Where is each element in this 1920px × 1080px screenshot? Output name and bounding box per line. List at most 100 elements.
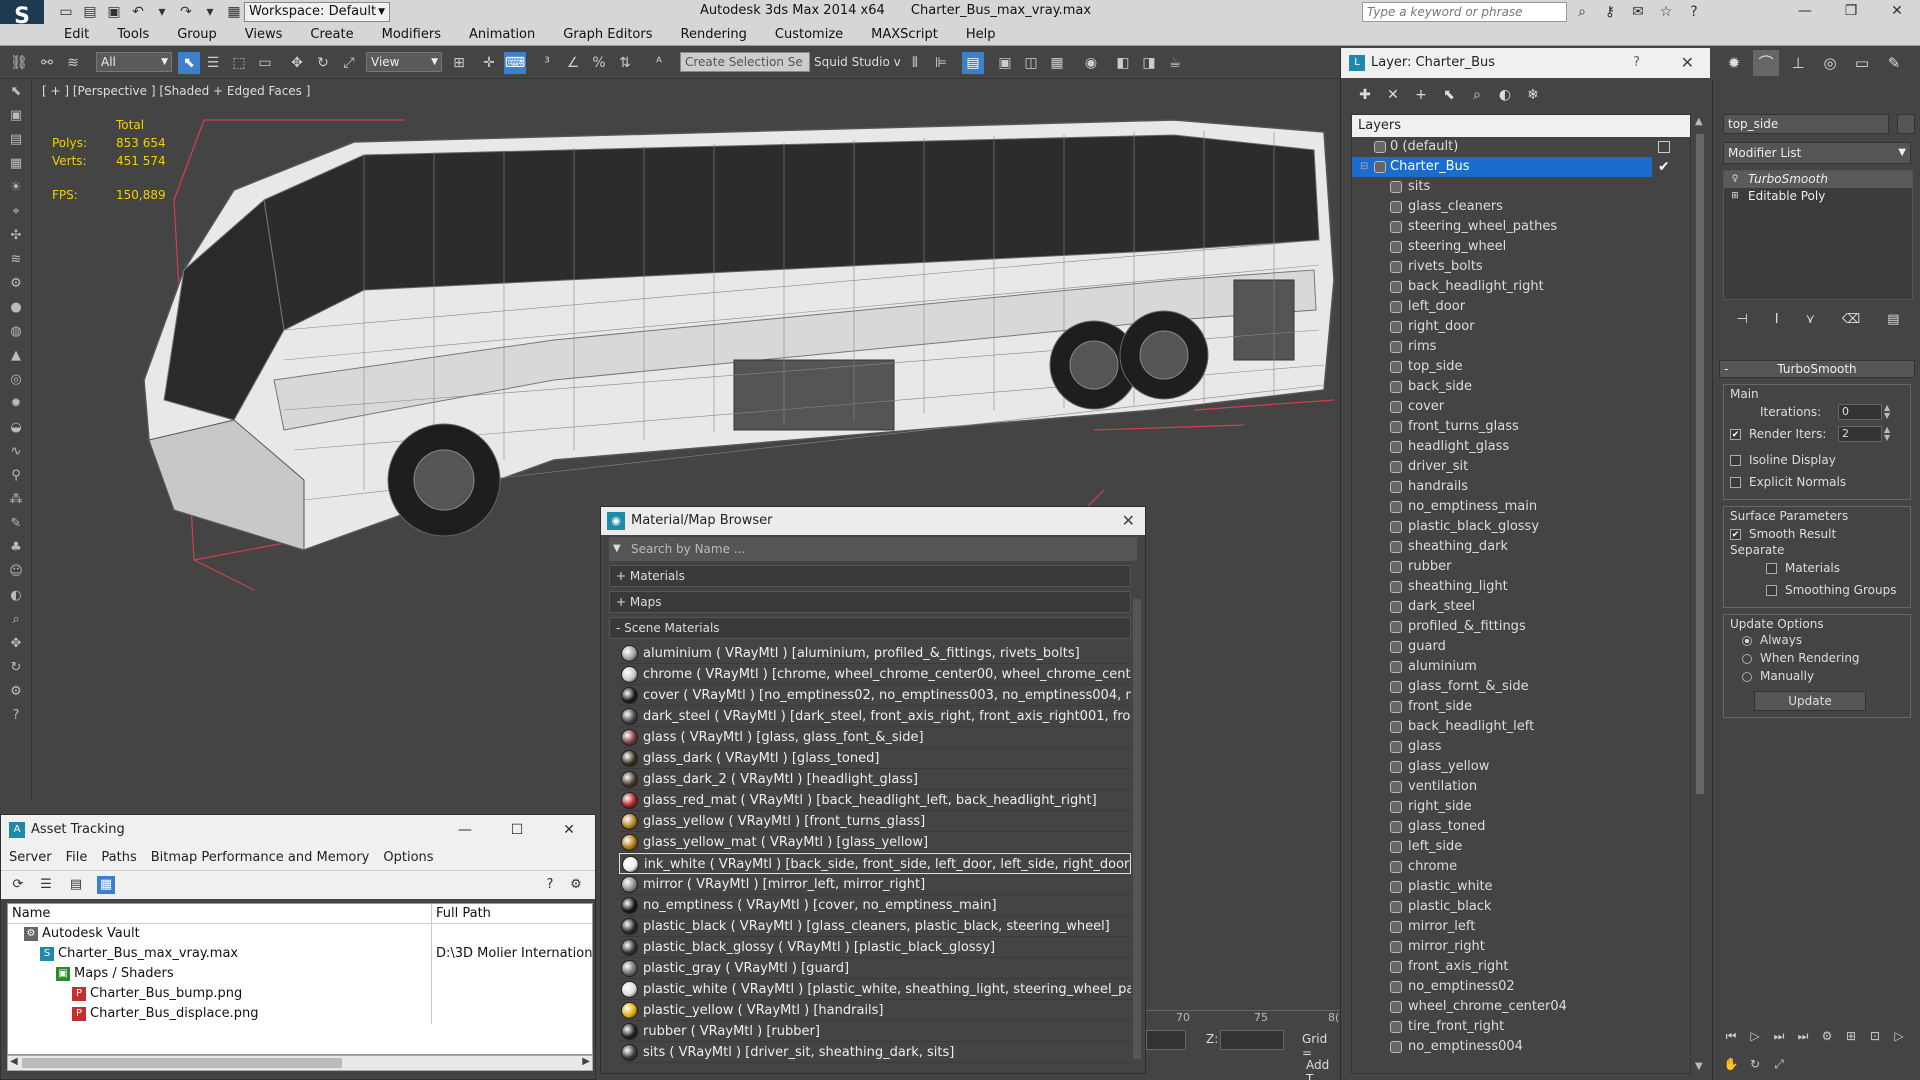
wave-tool-icon[interactable]: ∿ [0, 440, 32, 464]
layer-object-item[interactable]: plastic_black [1352, 897, 1690, 917]
zoom-extents-icon[interactable]: ⊞ [1839, 1024, 1863, 1048]
snaps-toggle-icon[interactable]: ³ [536, 52, 558, 74]
pin-stack-icon[interactable]: ⊣ [1736, 308, 1747, 332]
asset-table-row[interactable]: P Charter_Bus_bump.png [8, 984, 592, 1004]
modify-tab-icon[interactable]: ⌒ [1753, 50, 1779, 76]
asset-table-row[interactable]: S Charter_Bus_max_vray.max D:\3D Molier In… [8, 944, 592, 964]
named-selection-set-dropdown[interactable]: Create Selection Se [680, 52, 810, 72]
menu-animation[interactable]: Animation [469, 27, 535, 42]
menu-rendering[interactable]: Rendering [681, 27, 747, 42]
open-file-icon[interactable]: ▤ [80, 2, 100, 22]
layer-object-item[interactable]: plastic_black_glossy [1352, 517, 1690, 537]
update-when-rendering-radio[interactable] [1742, 653, 1752, 664]
add-time-tag-button[interactable]: Add T [1306, 1058, 1340, 1080]
turbosmooth-rollout-header[interactable]: - TurboSmooth [1719, 360, 1915, 378]
material-list-item[interactable]: plastic_gray ( VRayMtl ) [guard] [619, 958, 1131, 979]
material-list-item[interactable]: mirror ( VRayMtl ) [mirror_left, mirror_… [619, 874, 1131, 895]
keyboard-shortcut-override-icon[interactable]: ⌨ [504, 52, 526, 74]
menu-create[interactable]: Create [310, 27, 353, 42]
rendered-frame-window-icon[interactable]: ◨ [1138, 52, 1160, 74]
layer-object-item[interactable]: glass [1352, 737, 1690, 757]
layer-manager-icon[interactable]: ▤ [962, 52, 984, 74]
bind-space-warp-icon[interactable]: ≋ [62, 52, 84, 74]
helper-tool-icon[interactable]: ✣ [0, 224, 32, 248]
pan-view-icon[interactable]: ✋ [1719, 1052, 1743, 1076]
layer-object-item[interactable]: mirror_left [1352, 917, 1690, 937]
asset-menu-bitmap[interactable]: Bitmap Performance and Memory [151, 845, 370, 870]
undo-dropdown-icon[interactable]: ▾ [152, 2, 172, 22]
mirror-icon[interactable]: ⫴ [904, 52, 926, 74]
layer-object-item[interactable]: sits [1352, 177, 1690, 197]
layer-object-item[interactable]: back_headlight_left [1352, 717, 1690, 737]
help-icon[interactable]: ? [1684, 2, 1704, 22]
link-icon[interactable]: ⛓ [8, 52, 30, 74]
menu-help[interactable]: Help [966, 27, 996, 42]
layer-object-item[interactable]: sheathing_dark [1352, 537, 1690, 557]
material-list-item[interactable]: glass_dark_2 ( VRayMtl ) [headlight_glas… [619, 769, 1131, 790]
undo-icon[interactable]: ↶ [128, 2, 148, 22]
select-by-name-icon[interactable]: ☰ [202, 52, 224, 74]
close-icon[interactable]: ✕ [1681, 48, 1694, 78]
asset-table-row[interactable]: ⚙ Autodesk Vault [8, 924, 592, 944]
pan-tool-icon[interactable]: ✥ [0, 632, 32, 656]
layer-object-item[interactable]: glass_toned [1352, 817, 1690, 837]
material-editor-icon[interactable]: ◉ [1080, 52, 1102, 74]
hierarchy-tab-icon[interactable]: ⊥ [1785, 50, 1811, 76]
asset-table-row[interactable]: P Charter_Bus_displace.png [8, 1004, 592, 1024]
isoline-display-checkbox[interactable] [1730, 455, 1741, 466]
particle-tool-icon[interactable]: ⁂ [0, 488, 32, 512]
render-production-icon[interactable]: ☕ [1164, 52, 1186, 74]
scrollbar-thumb[interactable] [22, 1058, 342, 1068]
close-icon[interactable]: ✕ [543, 815, 595, 845]
help-tool-icon[interactable]: ? [0, 704, 32, 728]
layer-object-item[interactable]: handrails [1352, 477, 1690, 497]
menu-customize[interactable]: Customize [775, 27, 843, 42]
coordinate-y-field[interactable] [1146, 1030, 1186, 1050]
subscription-icon[interactable]: ⚷ [1600, 2, 1620, 22]
scroll-right-icon[interactable]: ▶ [582, 1056, 590, 1067]
material-list-item[interactable]: plastic_black_glossy ( VRayMtl ) [plasti… [619, 937, 1131, 958]
material-list-item[interactable]: glass_yellow_mat ( VRayMtl ) [glass_yell… [619, 832, 1131, 853]
graphite-tools-icon[interactable]: ▣ [994, 52, 1016, 74]
torus-tool-icon[interactable]: ◎ [0, 368, 32, 392]
cylinder-tool-icon[interactable]: ◍ [0, 320, 32, 344]
current-layer-checkbox[interactable] [1658, 141, 1670, 153]
layer-object-item[interactable]: no_emptiness004 [1352, 1037, 1690, 1057]
expand-icon[interactable]: ⊞ [1730, 191, 1740, 201]
scale-icon[interactable]: ⤢ [338, 52, 360, 74]
asset-tracking-titlebar[interactable]: A Asset Tracking — ☐ ✕ [1, 815, 595, 845]
layer-object-item[interactable]: tire_front_right [1352, 1017, 1690, 1037]
time-config-icon[interactable]: ⚙ [1815, 1024, 1839, 1048]
stack-item-editable-poly[interactable]: ⊞ Editable Poly [1724, 188, 1912, 205]
grid-tool-icon[interactable]: ▦ [0, 152, 32, 176]
binoculars-icon[interactable]: ⌕ [1572, 2, 1592, 22]
layer-object-item[interactable]: no_emptiness02 [1352, 977, 1690, 997]
help-icon[interactable]: ? [541, 876, 559, 894]
asset-menu-file[interactable]: File [66, 845, 88, 870]
orbit-view-icon[interactable]: ↻ [1743, 1052, 1767, 1076]
layer-object-item[interactable]: glass_yellow [1352, 757, 1690, 777]
material-list-item[interactable]: aluminium ( VRayMtl ) [aluminium, profil… [619, 643, 1131, 664]
layer-object-item[interactable]: glass_cleaners [1352, 197, 1690, 217]
layer-object-item[interactable]: rivets_bolts [1352, 257, 1690, 277]
curve-editor-icon[interactable]: ◫ [1020, 52, 1042, 74]
redo-icon[interactable]: ↷ [176, 2, 196, 22]
asset-horizontal-scrollbar[interactable]: ◀ ▶ [7, 1055, 593, 1071]
next-frame-icon[interactable]: ⏭ [1767, 1024, 1791, 1048]
material-list-item[interactable]: glass_red_mat ( VRayMtl ) [back_headligh… [619, 790, 1131, 811]
squid-studio-label[interactable]: Squid Studio v [814, 55, 901, 69]
layer-object-item[interactable]: mirror_right [1352, 937, 1690, 957]
menu-edit[interactable]: Edit [64, 27, 89, 42]
current-layer-check-icon[interactable]: ✔ [1658, 157, 1670, 177]
layer-object-item[interactable]: right_side [1352, 797, 1690, 817]
render-iters-input[interactable]: 2 [1838, 426, 1882, 442]
biped-tool-icon[interactable]: ☺ [0, 560, 32, 584]
layer-object-item[interactable]: aluminium [1352, 657, 1690, 677]
separate-materials-checkbox[interactable] [1766, 563, 1777, 574]
material-browser-titlebar[interactable]: ◉ Material/Map Browser ✕ [601, 507, 1145, 535]
play-icon[interactable]: ▷ [1743, 1024, 1767, 1048]
layer-object-item[interactable]: wheel_chrome_center04 [1352, 997, 1690, 1017]
bone-tool-icon[interactable]: ⚲ [0, 464, 32, 488]
group-maps[interactable]: + Maps [609, 591, 1131, 613]
material-list-item[interactable]: chrome ( VRayMtl ) [chrome, wheel_chrome… [619, 664, 1131, 685]
